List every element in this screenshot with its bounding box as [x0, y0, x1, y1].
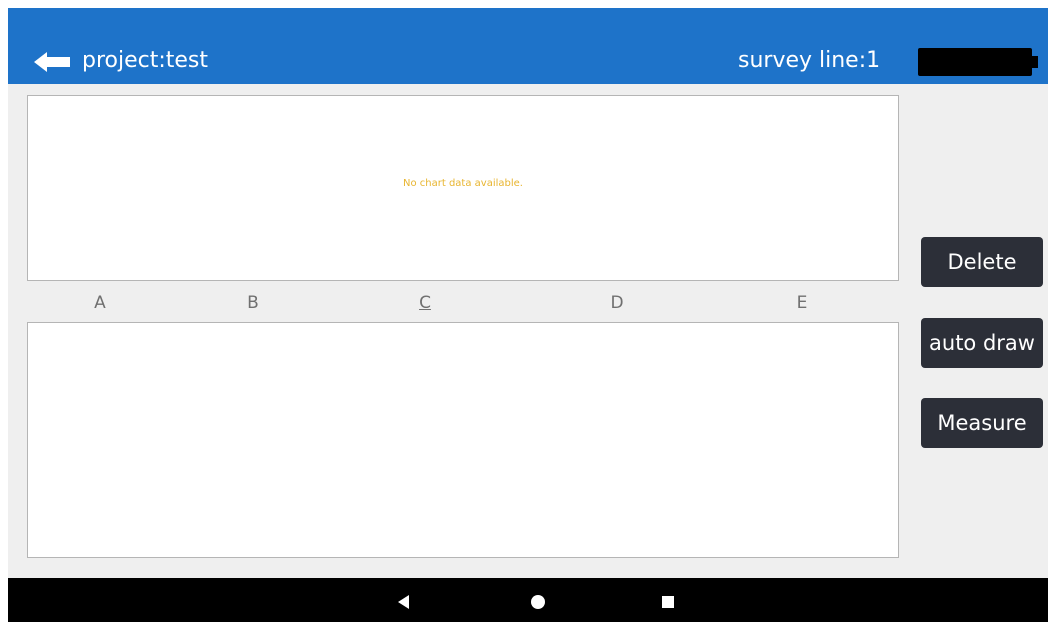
battery-icon	[918, 48, 1038, 76]
app-screen: project:test survey line:1 No chart data…	[8, 8, 1048, 622]
tab-e[interactable]: E	[782, 291, 822, 315]
auto-draw-button[interactable]: auto draw	[921, 318, 1043, 368]
project-title: project:test	[82, 48, 209, 73]
data-list-panel[interactable]	[27, 322, 899, 558]
app-bar: project:test survey line:1	[8, 8, 1048, 84]
circle-home-icon[interactable]	[526, 590, 550, 614]
delete-button[interactable]: Delete	[921, 237, 1043, 287]
back-button[interactable]	[30, 48, 74, 76]
chart-panel: No chart data available.	[27, 95, 899, 281]
tab-a[interactable]: A	[80, 291, 120, 315]
column-tabs: A B C D E	[27, 291, 899, 317]
tab-d[interactable]: D	[597, 291, 637, 315]
tab-c[interactable]: C	[405, 291, 445, 315]
tab-b[interactable]: B	[233, 291, 273, 315]
system-nav-bar	[8, 578, 1048, 622]
arrow-left-icon	[34, 52, 70, 72]
square-recents-icon[interactable]	[656, 590, 680, 614]
triangle-back-icon[interactable]	[392, 590, 416, 614]
no-chart-data-message: No chart data available.	[403, 178, 523, 189]
measure-button[interactable]: Measure	[921, 398, 1043, 448]
survey-line-label: survey line:1	[738, 48, 881, 73]
